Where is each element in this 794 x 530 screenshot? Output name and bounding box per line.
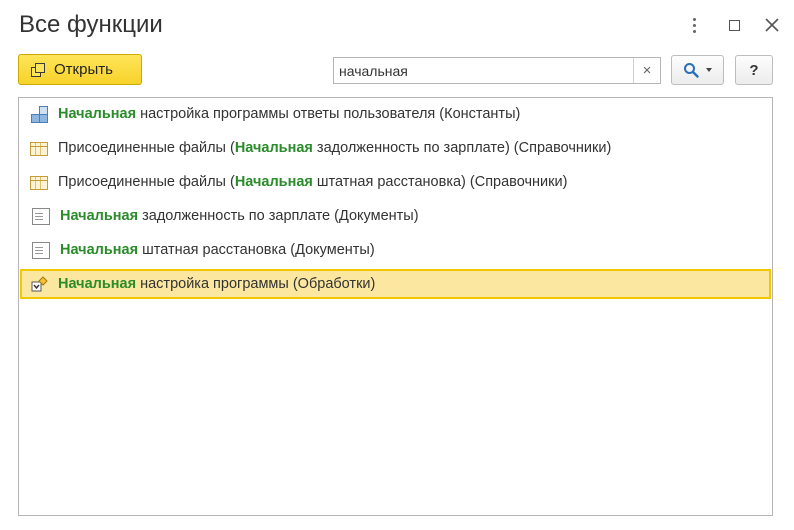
close-icon[interactable] xyxy=(760,12,784,38)
search-field[interactable]: × xyxy=(333,57,661,84)
list-item-label: Начальная задолженность по зарплате (Док… xyxy=(60,208,419,224)
document-icon xyxy=(32,241,50,259)
match-highlight: Начальная xyxy=(234,140,313,156)
search-input[interactable] xyxy=(334,58,633,83)
match-highlight: Начальная xyxy=(60,242,139,258)
match-highlight: Начальная xyxy=(58,276,137,292)
match-highlight: Начальная xyxy=(58,106,137,122)
search-icon xyxy=(684,63,699,78)
list-item-label: Начальная настройка программы (Обработки… xyxy=(58,276,376,292)
catalog-table-icon xyxy=(30,176,48,190)
search-button[interactable] xyxy=(671,55,724,85)
help-button[interactable]: ? xyxy=(735,55,773,85)
match-highlight: Начальная xyxy=(60,208,139,224)
list-item-label: Начальная штатная расстановка (Документы… xyxy=(60,242,375,258)
clear-search-button[interactable]: × xyxy=(633,58,660,83)
list-item[interactable]: Присоединенные файлы (Начальная штатная … xyxy=(20,167,771,197)
list-item-selected[interactable]: Начальная настройка программы (Обработки… xyxy=(20,269,771,299)
list-item-label: Начальная настройка программы ответы пол… xyxy=(58,106,521,122)
match-highlight: Начальная xyxy=(234,174,313,190)
catalog-table-icon xyxy=(30,142,48,156)
open-icon xyxy=(31,62,45,77)
data-processor-icon xyxy=(30,275,48,293)
list-item[interactable]: Присоединенные файлы (Начальная задолжен… xyxy=(20,133,771,163)
functions-list[interactable]: Начальная настройка программы ответы пол… xyxy=(18,97,773,516)
more-actions-icon[interactable] xyxy=(682,12,706,38)
constants-icon xyxy=(30,105,48,123)
list-item[interactable]: Начальная задолженность по зарплате (Док… xyxy=(20,201,771,231)
open-button[interactable]: Открыть xyxy=(18,54,142,85)
list-item-label: Присоединенные файлы (Начальная штатная … xyxy=(58,174,568,190)
list-item[interactable]: Начальная настройка программы ответы пол… xyxy=(20,99,771,129)
maximize-icon[interactable] xyxy=(722,12,746,38)
open-button-label: Открыть xyxy=(54,61,113,78)
chevron-down-icon xyxy=(706,68,712,72)
list-item-label: Присоединенные файлы (Начальная задолжен… xyxy=(58,140,612,156)
window-title: Все функции xyxy=(19,11,163,38)
document-icon xyxy=(32,207,50,225)
list-item[interactable]: Начальная штатная расстановка (Документы… xyxy=(20,235,771,265)
